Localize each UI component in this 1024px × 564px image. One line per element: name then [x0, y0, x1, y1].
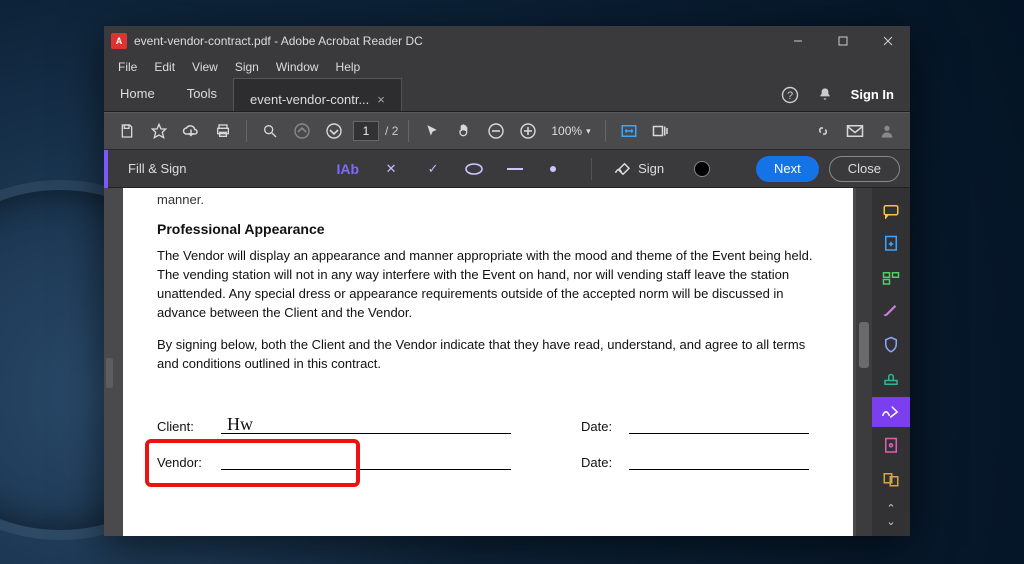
- sign-tool-label: Sign: [638, 161, 664, 176]
- menubar: File Edit View Sign Window Help: [104, 56, 910, 78]
- minimize-button[interactable]: [775, 26, 820, 56]
- right-tool-rail: ⌃ ⌄: [872, 188, 910, 536]
- fill-sign-toolbar: Fill & Sign IAb ✕ ✓ Sign Next Close: [104, 150, 910, 188]
- zoom-level[interactable]: 100%▾: [547, 124, 594, 138]
- pdf-icon: A: [111, 33, 127, 49]
- tab-document[interactable]: event-vendor-contr... ×: [233, 78, 402, 111]
- more-tools-icon[interactable]: [872, 431, 910, 461]
- organize-pages-icon[interactable]: [872, 263, 910, 293]
- left-pane-gutter: [104, 188, 115, 536]
- account-icon[interactable]: [874, 118, 900, 144]
- stamp-icon[interactable]: [872, 364, 910, 394]
- export-pdf-icon[interactable]: [872, 230, 910, 260]
- page-up-icon[interactable]: [289, 118, 315, 144]
- rail-scroll-arrows[interactable]: ⌃ ⌄: [886, 498, 895, 536]
- fill-sign-accent: [104, 150, 108, 188]
- svg-text:?: ?: [787, 90, 793, 102]
- vendor-signature-line[interactable]: [221, 452, 511, 470]
- sign-in-link[interactable]: Sign In: [851, 87, 894, 102]
- scroll-thumb[interactable]: [859, 322, 869, 368]
- primary-toolbar: 1 / 2 100%▾: [104, 112, 910, 150]
- menu-edit[interactable]: Edit: [146, 58, 183, 76]
- maximize-button[interactable]: [820, 26, 865, 56]
- vertical-scrollbar[interactable]: [856, 188, 872, 536]
- zoom-in-icon[interactable]: [515, 118, 541, 144]
- prev-paragraph-tail: manner.: [157, 192, 819, 207]
- menu-window[interactable]: Window: [268, 58, 327, 76]
- page-down-icon[interactable]: [321, 118, 347, 144]
- sign-tool[interactable]: Sign: [614, 161, 664, 176]
- tab-close-icon[interactable]: ×: [377, 92, 385, 107]
- checkmark-tool-icon[interactable]: ✓: [423, 161, 443, 177]
- convert-icon[interactable]: [872, 465, 910, 495]
- star-icon[interactable]: [146, 118, 172, 144]
- menu-view[interactable]: View: [184, 58, 226, 76]
- comments-panel-icon[interactable]: [872, 196, 910, 226]
- chevron-down-icon[interactable]: ⌄: [886, 515, 895, 528]
- vendor-date-label: Date:: [581, 455, 629, 470]
- save-icon[interactable]: [114, 118, 140, 144]
- x-mark-tool-icon[interactable]: ✕: [381, 161, 401, 177]
- page-label: / 2: [385, 124, 398, 138]
- dot-tool-icon[interactable]: [549, 165, 569, 173]
- client-signature-mark[interactable]: Hw: [227, 414, 253, 435]
- close-button[interactable]: Close: [829, 156, 900, 182]
- content-area: manner. Professional Appearance The Vend…: [104, 188, 910, 536]
- client-date-line[interactable]: [629, 416, 809, 434]
- chevron-up-icon[interactable]: ⌃: [886, 502, 895, 515]
- client-date-label: Date:: [581, 419, 629, 434]
- page-current-input[interactable]: 1: [353, 121, 379, 141]
- hand-icon[interactable]: [451, 118, 477, 144]
- pdf-page: manner. Professional Appearance The Vend…: [123, 188, 853, 536]
- fill-sign-panel-icon[interactable]: [872, 397, 910, 427]
- text-tool-icon[interactable]: IAb: [337, 161, 360, 177]
- section-heading: Professional Appearance: [157, 221, 819, 237]
- window-title: event-vendor-contract.pdf - Adobe Acroba…: [134, 34, 423, 48]
- tab-document-label: event-vendor-contr...: [250, 92, 369, 107]
- menu-help[interactable]: Help: [328, 58, 369, 76]
- fill-sign-label: Fill & Sign: [128, 161, 187, 176]
- ink-color-swatch[interactable]: [694, 161, 710, 177]
- vendor-label: Vendor:: [157, 455, 221, 470]
- paragraph-agreement: By signing below, both the Client and th…: [157, 336, 819, 374]
- menu-sign[interactable]: Sign: [227, 58, 267, 76]
- email-icon[interactable]: [842, 118, 868, 144]
- signature-block: Client: Hw Date: Vendor: Date:: [157, 410, 819, 470]
- line-tool-icon[interactable]: [507, 166, 527, 172]
- search-icon[interactable]: [257, 118, 283, 144]
- read-aloud-icon[interactable]: [648, 118, 674, 144]
- print-icon[interactable]: [210, 118, 236, 144]
- document-tabs: Home Tools event-vendor-contr... × ? Sig…: [104, 78, 910, 112]
- left-pane-handle[interactable]: [106, 358, 113, 388]
- page-viewport[interactable]: manner. Professional Appearance The Vend…: [115, 188, 856, 536]
- oval-tool-icon[interactable]: [465, 163, 485, 175]
- menu-file[interactable]: File: [110, 58, 145, 76]
- next-button[interactable]: Next: [756, 156, 819, 182]
- help-icon[interactable]: ?: [781, 86, 799, 104]
- bell-icon[interactable]: [817, 87, 833, 103]
- share-link-icon[interactable]: [810, 118, 836, 144]
- cloud-icon[interactable]: [178, 118, 204, 144]
- vendor-date-line[interactable]: [629, 452, 809, 470]
- zoom-out-icon[interactable]: [483, 118, 509, 144]
- tab-home[interactable]: Home: [104, 78, 171, 111]
- client-signature-line[interactable]: Hw: [221, 416, 511, 434]
- acrobat-window: A event-vendor-contract.pdf - Adobe Acro…: [104, 26, 910, 536]
- close-window-button[interactable]: [865, 26, 910, 56]
- edit-pdf-icon[interactable]: [872, 297, 910, 327]
- tab-tools[interactable]: Tools: [171, 78, 233, 111]
- fit-width-icon[interactable]: [616, 118, 642, 144]
- cursor-icon[interactable]: [419, 118, 445, 144]
- titlebar: A event-vendor-contract.pdf - Adobe Acro…: [104, 26, 910, 56]
- client-label: Client:: [157, 419, 221, 434]
- paragraph-appearance: The Vendor will display an appearance an…: [157, 247, 819, 322]
- protect-icon[interactable]: [872, 330, 910, 360]
